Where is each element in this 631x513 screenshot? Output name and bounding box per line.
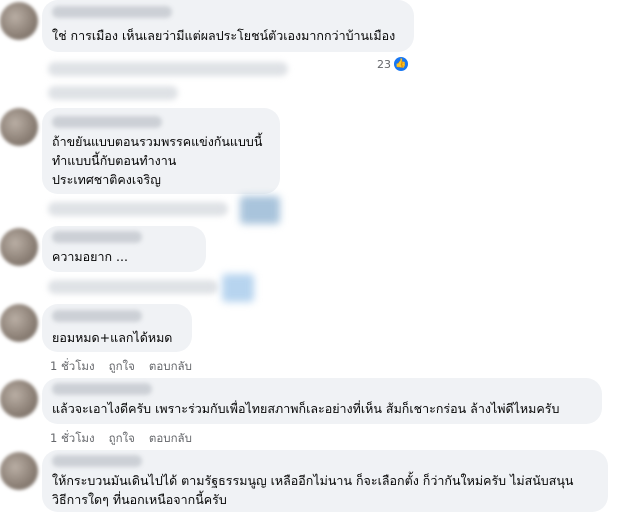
commenter-name-blurred[interactable] [52,383,152,395]
comment-bubble: ถ้าขยันแบบตอนรวมพรรคแข่งกันแบบนี้ ทำแบบน… [42,108,280,194]
commenter-name-blurred[interactable] [52,116,162,128]
reaction-count[interactable]: 23 👍 [377,57,408,71]
comment-bubble: ใช่ การเมือง เห็นเลยว่ามีแต่ผลประโยชน์ตั… [42,0,414,52]
avatar[interactable] [0,304,38,342]
comment-text: ความอยาก ... [52,249,128,264]
comment-actions: 1 ชั่วโมง ถูกใจ ตอบกลับ [50,358,192,376]
reply-button[interactable]: ตอบกลับ [149,358,192,376]
commenter-name-blurred[interactable] [52,310,142,322]
comment-bubble: ให้กระบวนมันเดินไปได้ ตามรัฐธรรมนูญ เหลื… [42,450,608,512]
commenter-name-blurred[interactable] [52,6,172,18]
comment-text: ใช่ การเมือง เห็นเลยว่ามีแต่ผลประโยชน์ตั… [52,28,396,43]
like-icon: 👍 [394,57,408,71]
reply-button[interactable]: ตอบกลับ [149,430,192,448]
commenter-name-blurred[interactable] [52,455,142,467]
comment-bubble: ความอยาก ... [42,226,206,272]
timestamp-link[interactable]: 1 ชั่วโมง [50,358,95,376]
avatar[interactable] [0,228,38,266]
comment-actions: 1 ชั่วโมง ถูกใจ ตอบกลับ [50,430,192,448]
avatar[interactable] [0,108,38,146]
blurred-content [48,62,288,76]
comment-text-line: ทำแบบนี้กับตอนทำงาน [52,153,177,168]
comment-text-line: ให้กระบวนมันเดินไปได้ ตามรัฐธรรมนูญ เหลื… [52,473,574,488]
comment-text: แล้วจะเอาไงดีครับ เพราะร่วมกับเพื่อไทยสภ… [52,401,560,416]
reaction-count-value: 23 [377,57,391,71]
avatar[interactable] [0,2,38,40]
blurred-image [240,196,280,224]
comment-bubble: แล้วจะเอาไงดีครับ เพราะร่วมกับเพื่อไทยสภ… [42,378,602,424]
comment-text: ยอมหมด+แลกได้หมด [52,330,173,345]
blurred-content [48,202,228,216]
blurred-content [48,86,178,100]
like-button[interactable]: ถูกใจ [109,358,135,376]
like-button[interactable]: ถูกใจ [109,430,135,448]
comment-bubble: ยอมหมด+แลกได้หมด [42,304,192,352]
avatar[interactable] [0,452,38,490]
commenter-name-blurred[interactable] [52,231,142,243]
blurred-content [48,280,218,294]
timestamp-link[interactable]: 1 ชั่วโมง [50,430,95,448]
comment-text-line: ประเทศชาติคงเจริญ [52,172,161,187]
comment-text-line: ถ้าขยันแบบตอนรวมพรรคแข่งกันแบบนี้ [52,134,263,149]
blurred-image [222,274,254,302]
avatar[interactable] [0,380,38,418]
comment-text-line: วิธีการใดๆ ที่นอกเหนือจากนี้ครับ [52,492,227,507]
